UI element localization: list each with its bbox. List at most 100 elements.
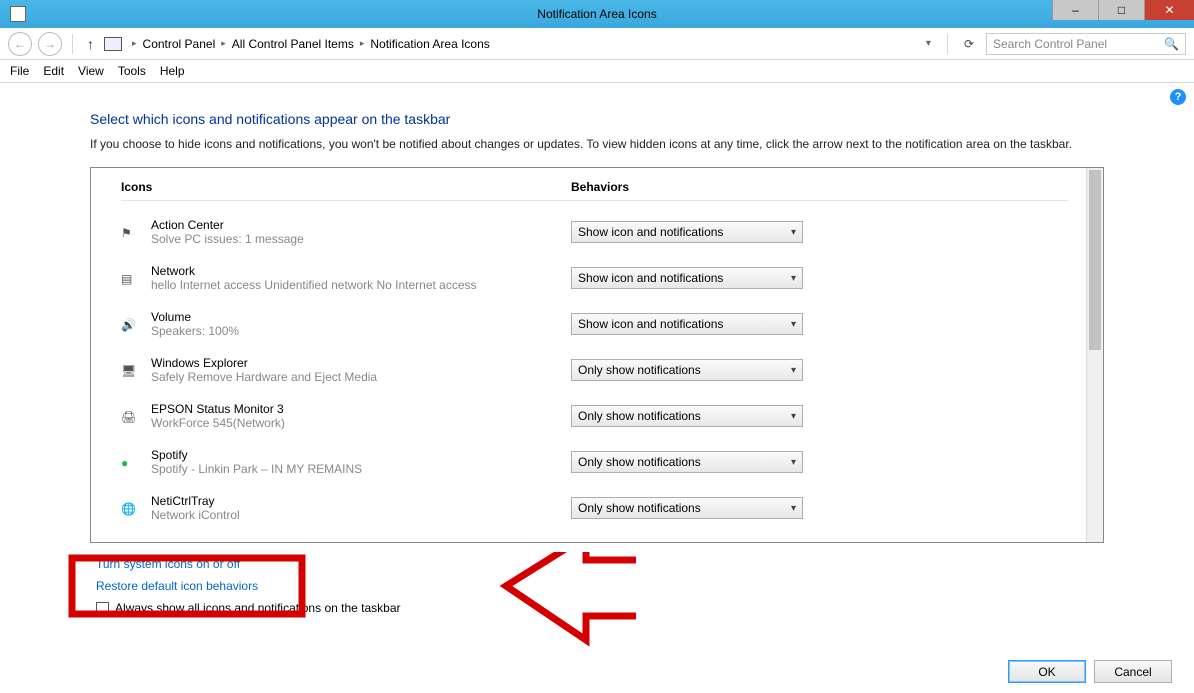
dropdown-value: Show icon and notifications xyxy=(578,271,723,285)
app-icon: 🖥 xyxy=(121,362,151,378)
dropdown-value: Only show notifications xyxy=(578,409,701,423)
chevron-down-icon: ▾ xyxy=(791,365,796,376)
nav-separator xyxy=(72,34,73,54)
always-show-label: Always show all icons and notifications … xyxy=(115,601,401,615)
chevron-down-icon: ▾ xyxy=(791,273,796,284)
icon-list: Icons Behaviors ⚑Action CenterSolve PC i… xyxy=(91,168,1086,542)
app-icon: ● xyxy=(121,454,151,470)
scrollbar[interactable] xyxy=(1086,168,1103,542)
column-icons: Icons xyxy=(121,180,571,194)
item-subtitle: hello Internet access Unidentified netwo… xyxy=(151,278,571,292)
app-icon: 🔊 xyxy=(121,316,151,332)
computer-icon[interactable] xyxy=(104,37,122,51)
behavior-dropdown[interactable]: Only show notifications▾ xyxy=(571,405,803,427)
list-item: 🌐NetiCtrlTrayNetwork iControlOnly show n… xyxy=(121,485,1068,531)
list-item: 🔊VolumeSpeakers: 100%Show icon and notif… xyxy=(121,301,1068,347)
forward-button[interactable]: → xyxy=(38,32,62,56)
app-icon: 🌐 xyxy=(121,500,151,516)
link-system-icons[interactable]: Turn system icons on or off xyxy=(96,557,1104,571)
behavior-cell: Only show notifications▾ xyxy=(571,405,1068,427)
list-item: ⚑Action CenterSolve PC issues: 1 message… xyxy=(121,209,1068,255)
window-controls: – □ ✕ xyxy=(1052,0,1194,20)
item-text: SpotifySpotify - Linkin Park – IN MY REM… xyxy=(151,448,571,476)
item-subtitle: Spotify - Linkin Park – IN MY REMAINS xyxy=(151,462,571,476)
up-button[interactable]: ↑ xyxy=(83,36,98,52)
ok-button[interactable]: OK xyxy=(1008,660,1086,683)
column-headers: Icons Behaviors xyxy=(121,178,1068,201)
item-text: Networkhello Internet access Unidentifie… xyxy=(151,264,571,292)
crumb-current[interactable]: Notification Area Icons xyxy=(370,37,489,51)
list-item: ●SpotifySpotify - Linkin Park – IN MY RE… xyxy=(121,439,1068,485)
item-text: Action CenterSolve PC issues: 1 message xyxy=(151,218,571,246)
dropdown-value: Only show notifications xyxy=(578,455,701,469)
crumb-all-items[interactable]: All Control Panel Items xyxy=(232,37,354,51)
back-button[interactable]: ← xyxy=(8,32,32,56)
page-subtext: If you choose to hide icons and notifica… xyxy=(90,137,1104,151)
item-subtitle: Speakers: 100% xyxy=(151,324,571,338)
behavior-dropdown[interactable]: Show icon and notifications ▾ xyxy=(571,313,803,335)
app-icon: 🖨 xyxy=(121,408,151,424)
behavior-dropdown[interactable]: Show icon and notifications ▾ xyxy=(571,267,803,289)
always-show-checkbox[interactable] xyxy=(96,602,109,615)
app-icon: ⚑ xyxy=(121,224,151,240)
item-title: Action Center xyxy=(151,218,571,232)
title-bar: Notification Area Icons – □ ✕ xyxy=(0,0,1194,28)
breadcrumb-dropdown[interactable]: ▾ xyxy=(920,38,937,49)
behavior-cell: Only show notifications ▾ xyxy=(571,359,1068,381)
search-input[interactable]: Search Control Panel 🔍 xyxy=(986,33,1186,55)
dropdown-value: Show icon and notifications xyxy=(578,225,723,239)
dropdown-value: Show icon and notifications xyxy=(578,317,723,331)
item-title: NetiCtrlTray xyxy=(151,494,571,508)
maximize-button[interactable]: □ xyxy=(1098,0,1144,20)
behavior-cell: Only show notifications▾ xyxy=(571,497,1068,519)
close-button[interactable]: ✕ xyxy=(1144,0,1194,20)
menu-bar: File Edit View Tools Help xyxy=(0,60,1194,83)
list-item: 🖨EPSON Status Monitor 3WorkForce 545(Net… xyxy=(121,393,1068,439)
menu-file[interactable]: File xyxy=(10,64,29,78)
behavior-cell: Show icon and notifications ▾ xyxy=(571,221,1068,243)
navigation-bar: ← → ↑ ▸ Control Panel ▸ All Control Pane… xyxy=(0,28,1194,60)
menu-edit[interactable]: Edit xyxy=(43,64,64,78)
behavior-dropdown[interactable]: Show icon and notifications ▾ xyxy=(571,221,803,243)
item-text: VolumeSpeakers: 100% xyxy=(151,310,571,338)
list-item: 🖥Windows ExplorerSafely Remove Hardware … xyxy=(121,347,1068,393)
dropdown-value: Only show notifications xyxy=(578,363,701,377)
item-title: Network xyxy=(151,264,571,278)
item-subtitle: Solve PC issues: 1 message xyxy=(151,232,571,246)
item-subtitle: Network iControl xyxy=(151,508,571,522)
icon-list-container: Icons Behaviors ⚑Action CenterSolve PC i… xyxy=(90,167,1104,543)
behavior-cell: Only show notifications▾ xyxy=(571,451,1068,473)
behavior-cell: Show icon and notifications ▾ xyxy=(571,313,1068,335)
chevron-down-icon: ▾ xyxy=(791,503,796,514)
menu-help[interactable]: Help xyxy=(160,64,185,78)
crumb-separator: ▸ xyxy=(132,38,137,49)
crumb-separator: ▸ xyxy=(221,38,226,49)
content-area: ? Select which icons and notifications a… xyxy=(0,83,1194,615)
breadcrumb: ▸ Control Panel ▸ All Control Panel Item… xyxy=(104,37,914,51)
item-title: Volume xyxy=(151,310,571,324)
nav-separator xyxy=(947,34,948,54)
crumb-control-panel[interactable]: Control Panel xyxy=(143,37,216,51)
behavior-dropdown[interactable]: Only show notifications▾ xyxy=(571,451,803,473)
item-text: EPSON Status Monitor 3WorkForce 545(Netw… xyxy=(151,402,571,430)
chevron-down-icon: ▾ xyxy=(791,319,796,330)
item-title: Windows Explorer xyxy=(151,356,571,370)
behavior-dropdown[interactable]: Only show notifications ▾ xyxy=(571,359,803,381)
refresh-button[interactable]: ⟳ xyxy=(958,37,980,51)
item-text: Windows ExplorerSafely Remove Hardware a… xyxy=(151,356,571,384)
help-icon[interactable]: ? xyxy=(1170,89,1186,105)
menu-tools[interactable]: Tools xyxy=(118,64,146,78)
scroll-thumb[interactable] xyxy=(1089,170,1101,350)
search-placeholder: Search Control Panel xyxy=(993,37,1107,51)
minimize-button[interactable]: – xyxy=(1052,0,1098,20)
link-restore-defaults[interactable]: Restore default icon behaviors xyxy=(96,579,1104,593)
links-section: Turn system icons on or off Restore defa… xyxy=(90,557,1104,593)
item-title: EPSON Status Monitor 3 xyxy=(151,402,571,416)
always-show-row: Always show all icons and notifications … xyxy=(90,601,1104,615)
behavior-dropdown[interactable]: Only show notifications▾ xyxy=(571,497,803,519)
cancel-button[interactable]: Cancel xyxy=(1094,660,1172,683)
list-item: ▤Networkhello Internet access Unidentifi… xyxy=(121,255,1068,301)
chevron-down-icon: ▾ xyxy=(791,227,796,238)
app-icon: ▤ xyxy=(121,270,151,286)
menu-view[interactable]: View xyxy=(78,64,104,78)
